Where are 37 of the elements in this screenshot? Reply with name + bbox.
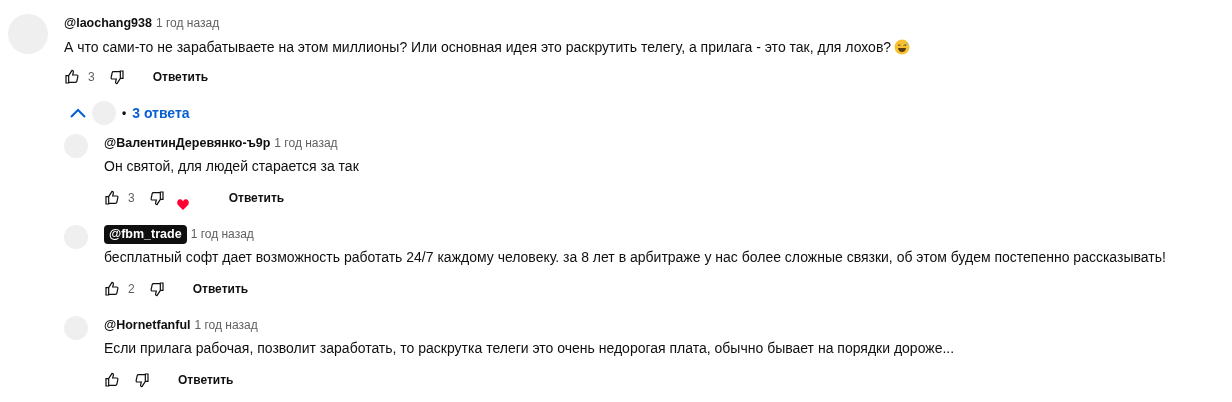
comment-time[interactable]: 1 год назад [274,136,338,150]
thumbs-up-icon [104,372,120,388]
thumbs-up-icon [104,281,120,297]
comment-text: А что сами-то не зарабатываете на этом миллионы? Или основная идея это раскрутить телегу, а прилага - это так, для лохов? [64,38,892,57]
replies-toggle[interactable]: • 3 ответа [64,101,190,125]
author-name[interactable]: @Hornetfanful [104,316,191,334]
reply-button[interactable]: Ответить [140,62,221,92]
thumbs-down-icon [148,190,165,206]
comment-text: Он святой, для людей старается за так [104,157,359,176]
comment-text: Если прилага рабочая, позволит заработать, то раскрутка телеги это очень недорогая плата, обычно бывает на порядки дороже... [104,339,955,358]
comment-time[interactable]: 1 год назад [194,318,258,332]
like-button[interactable] [104,372,120,388]
thumbs-down-icon [134,372,150,388]
thumbs-down-icon [148,281,165,297]
reply-button[interactable]: Ответить [180,274,261,304]
thumbs-down-icon [108,69,125,85]
comment-time[interactable]: 1 год назад [190,227,254,241]
thumbs-up-icon [104,190,120,206]
like-button[interactable] [64,69,80,85]
like-count: 2 [128,282,135,296]
dislike-button[interactable] [134,372,150,388]
dislike-button[interactable] [148,281,165,297]
thumbs-up-icon [64,69,80,85]
author-name[interactable]: @ВалентинДеревянко-ъ9р [104,134,271,152]
dislike-button[interactable] [108,69,125,85]
like-count: 3 [128,191,135,205]
comment-time[interactable]: 1 год назад [155,16,220,30]
dislike-button[interactable] [148,190,165,206]
comment-text: бесплатный софт дает возможность работать 24/7 каждому человеку. за 8 лет в арбитраже у нас более сложные связки, об этом будем постепенно рассказывать! [104,248,1166,267]
reply-button[interactable]: Ответить [216,183,297,213]
author-name[interactable]: @laochang938 [64,14,152,32]
reply-button[interactable]: Ответить [166,365,246,395]
like-button[interactable] [104,190,120,206]
chevron-up-icon [70,108,86,118]
author-name[interactable]: @fbm_trade [104,224,187,244]
like-count: 3 [88,70,95,84]
like-button[interactable] [104,281,120,297]
